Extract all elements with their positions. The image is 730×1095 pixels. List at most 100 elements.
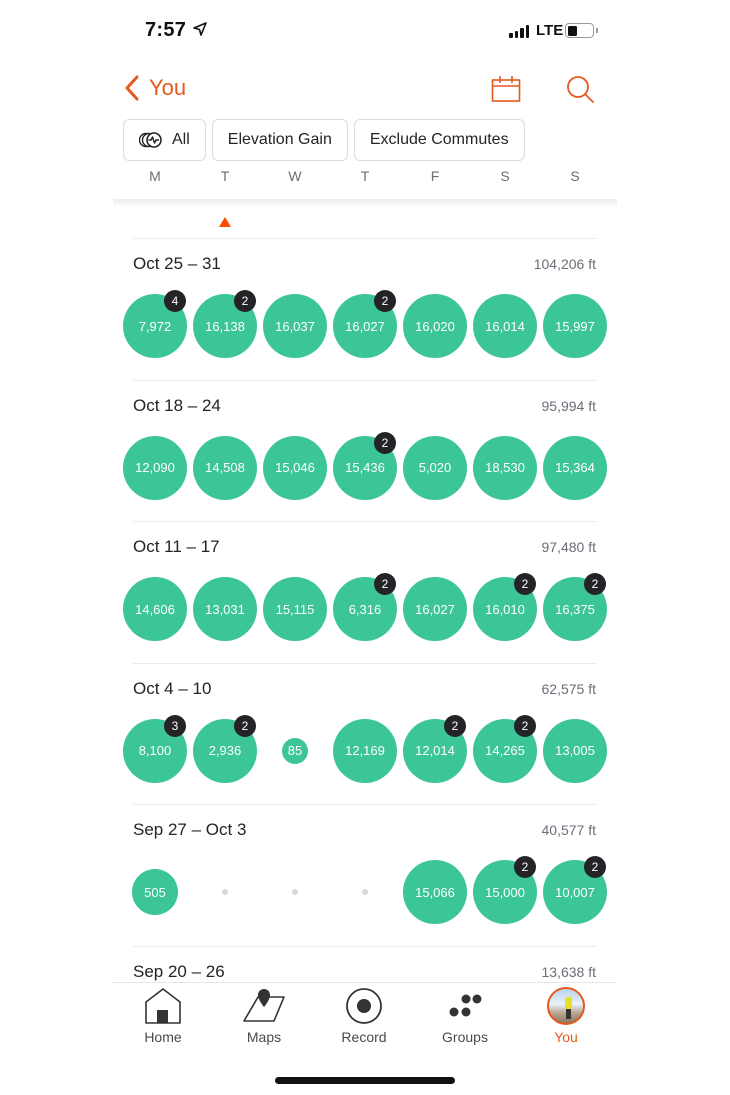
day-cell: 15,436 2 <box>330 431 400 501</box>
weekday-header: M T W T F S S <box>113 168 617 200</box>
week-section[interactable]: Oct 4 – 10 62,575 ft 8,100 3 2,936 2 85 12,169 1… <box>113 663 617 803</box>
activity-circle[interactable]: 15,066 <box>403 860 467 924</box>
activity-circle[interactable]: 16,020 <box>403 294 467 358</box>
back-button[interactable]: You <box>123 74 186 102</box>
chevron-left-icon <box>125 75 139 101</box>
day-cell: 7,972 4 <box>120 290 190 359</box>
day-cell: 14,265 2 <box>470 714 540 784</box>
day-cell: 8,100 3 <box>120 714 190 784</box>
filter-elevation-gain[interactable]: Elevation Gain <box>211 119 348 161</box>
week-range: Sep 20 – 26 <box>133 961 225 981</box>
activity-circle[interactable]: 505 <box>132 869 178 915</box>
week-range: Oct 18 – 24 <box>133 395 221 415</box>
day-cell <box>330 859 400 925</box>
filter-bar: All Elevation Gain Exclude Commutes <box>123 119 525 161</box>
activity-count-badge: 2 <box>514 714 536 737</box>
week-total: 95,994 ft <box>541 397 597 414</box>
day-cell: 16,027 <box>400 576 470 642</box>
activity-circle[interactable]: 15,115 <box>263 577 327 641</box>
filter-exclude-commutes[interactable]: Exclude Commutes <box>353 119 525 161</box>
day-cell: 18,530 <box>470 435 540 501</box>
activity-circle[interactable]: 16,037 <box>263 294 327 358</box>
tab-you[interactable]: You <box>516 987 616 1051</box>
home-indicator[interactable] <box>275 1077 455 1084</box>
day-cell: 16,014 <box>470 293 540 359</box>
tab-record[interactable]: Record <box>314 987 414 1051</box>
day-cell: 15,046 <box>260 435 330 501</box>
day-cell: 15,115 <box>260 576 330 642</box>
location-arrow-icon <box>193 22 207 36</box>
signal-strength-icon <box>509 24 529 38</box>
week-section[interactable]: Sep 27 – Oct 3 40,577 ft 505 15,066 15,000 2 1… <box>113 804 617 944</box>
day-cell: 16,138 2 <box>190 290 260 359</box>
tab-groups[interactable]: Groups <box>415 987 515 1051</box>
avatar <box>547 987 585 1025</box>
activity-circle[interactable]: 5,020 <box>403 435 467 500</box>
day-cell: 13,005 <box>540 718 610 784</box>
tab-you-label: You <box>554 1029 578 1045</box>
tab-home[interactable]: Home <box>113 987 213 1051</box>
activity-circle[interactable]: 15,046 <box>263 435 327 500</box>
activity-circle[interactable]: 12,169 <box>333 718 397 783</box>
weekday-label: S <box>570 168 580 184</box>
tab-maps[interactable]: Maps <box>214 987 314 1051</box>
search-icon[interactable] <box>565 74 595 104</box>
weekday-label: T <box>220 168 230 184</box>
activity-circle[interactable]: 18,530 <box>473 435 537 500</box>
day-cell: 16,375 2 <box>540 573 610 642</box>
day-cell: 12,090 <box>120 435 190 501</box>
day-cell: 12,169 <box>330 718 400 784</box>
activity-circle[interactable]: 13,031 <box>193 577 257 641</box>
week-range: Oct 11 – 17 <box>133 537 220 556</box>
weekday-label: W <box>288 168 302 184</box>
day-cell: 15,000 2 <box>470 856 540 925</box>
activity-circle[interactable]: 15,364 <box>543 435 607 500</box>
filter-all-sports[interactable]: All <box>123 119 206 161</box>
day-cell: 6,316 2 <box>330 573 400 642</box>
groups-icon <box>449 994 482 1017</box>
week-total: 97,480 ft <box>541 539 597 555</box>
day-row: 505 15,066 15,000 2 10,007 2 <box>120 856 610 925</box>
activity-circle[interactable]: 16,014 <box>473 294 537 358</box>
day-cell: 16,010 2 <box>470 573 540 642</box>
day-cell: 14,606 <box>120 576 190 642</box>
weekday-label: M <box>149 168 161 184</box>
network-type: LTE <box>536 22 564 39</box>
activity-circle[interactable]: 14,606 <box>123 577 187 641</box>
week-section[interactable]: Oct 25 – 31 104,206 ft 7,972 4 16,138 2 16,037… <box>113 238 617 378</box>
activity-count-badge: 2 <box>374 290 396 312</box>
phone-screen: 7:57 LTE You All Elevation Gain Exclude … <box>113 0 617 1095</box>
tab-home-label: Home <box>144 1029 182 1045</box>
week-section[interactable]: Oct 11 – 17 97,480 ft 14,606 13,031 15,115 6,… <box>113 521 617 661</box>
no-activity-dot <box>292 889 298 895</box>
activity-circle[interactable]: 16,027 <box>403 577 467 641</box>
day-cell: 15,066 <box>400 859 470 925</box>
status-time: 7:57 <box>145 19 187 41</box>
week-total: 40,577 ft <box>541 822 597 838</box>
back-label: You <box>149 75 187 100</box>
today-marker-icon <box>219 217 231 227</box>
day-cell: 14,508 <box>190 435 260 501</box>
activity-circle[interactable]: 14,508 <box>193 435 257 500</box>
tab-record-label: Record <box>341 1029 387 1045</box>
filter-elevation-label: Elevation Gain <box>227 131 332 148</box>
battery-tip <box>596 28 598 33</box>
activity-circle[interactable]: 85 <box>282 737 308 764</box>
activity-count-badge: 3 <box>164 714 186 737</box>
weekday-label: F <box>430 168 440 184</box>
day-cell: 16,037 <box>260 293 330 359</box>
activity-circle[interactable]: 12,090 <box>123 435 187 500</box>
calendar-icon[interactable] <box>491 74 521 104</box>
week-range: Oct 4 – 10 <box>133 678 212 698</box>
filter-commutes-label: Exclude Commutes <box>369 131 509 148</box>
week-total: 62,575 ft <box>541 680 597 697</box>
week-section[interactable]: Oct 18 – 24 95,994 ft 12,090 14,508 15,046 15… <box>113 380 617 520</box>
activity-count-badge: 2 <box>584 856 606 878</box>
activity-count-badge: 2 <box>514 573 536 595</box>
activity-circle[interactable]: 13,005 <box>543 718 607 783</box>
activity-circle[interactable]: 15,997 <box>543 294 607 358</box>
day-cell: 2,936 2 <box>190 714 260 784</box>
activity-count-badge: 2 <box>444 714 466 737</box>
filter-all-label: All <box>172 131 190 148</box>
day-cell: 15,997 <box>540 293 610 359</box>
